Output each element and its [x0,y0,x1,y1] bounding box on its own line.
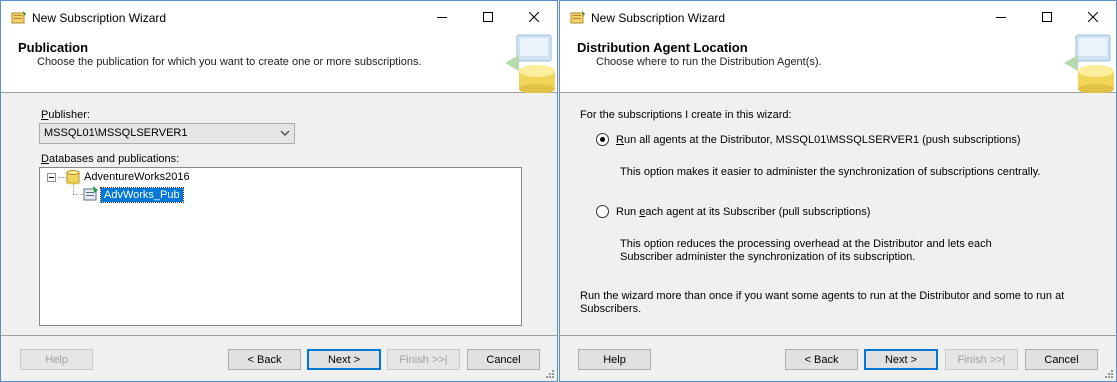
finish-button-label: Finish >>| [957,353,1006,366]
publisher-select[interactable]: MSSQL01\MSSQLSERVER1 [39,123,295,144]
page-title: Distribution Agent Location [577,40,748,55]
publication-icon [83,186,98,201]
wizard-app-icon [11,11,26,24]
help-button[interactable]: Help [20,349,93,370]
wizard-footer: Help < Back Next > Finish >>| Cancel [1,335,557,381]
page-subtitle: Choose the publication for which you wan… [37,56,422,68]
pull-description-line2: Subscriber administer the synchronizatio… [620,251,916,263]
publication-wizard-window: New Subscription Wizard Publication Choo… [0,0,558,382]
back-button-label: < Back [804,353,839,366]
finish-button-label: Finish >>| [399,353,448,366]
back-button[interactable]: < Back [785,349,858,370]
next-button[interactable]: Next > [307,349,381,370]
window-title: New Subscription Wizard [591,11,726,25]
next-button-label: Next > [327,353,361,366]
maximize-icon [483,12,493,22]
tree-connector [58,177,66,178]
maximize-button[interactable] [1024,1,1070,33]
title-bar[interactable]: New Subscription Wizard [560,1,1116,33]
push-subscriptions-label[interactable]: Run all agents at the Distributor, MSSQL… [616,134,1021,146]
help-button[interactable]: Help [578,349,651,370]
publisher-value: MSSQL01\MSSQLSERVER1 [44,127,188,139]
finish-button[interactable]: Finish >>| [945,349,1018,370]
minimize-icon [437,17,447,18]
databases-publications-tree[interactable]: AdventureWorks2016 AdvWorks_Pub [39,167,522,326]
minimize-button[interactable] [419,1,465,33]
maximize-button[interactable] [465,1,511,33]
back-button-label: < Back [247,353,282,366]
minimize-button[interactable] [978,1,1024,33]
tree-item-publication[interactable]: AdvWorks_Pub [100,187,184,203]
publisher-label: Publisher: [41,109,90,121]
database-icon [66,170,80,185]
note-line2: Subscribers. [580,303,642,315]
cancel-button[interactable]: Cancel [467,349,540,370]
tree-connector [73,185,74,194]
page-title: Publication [18,40,89,55]
chevron-down-icon [280,130,290,136]
note-line1: Run the wizard more than once if you wan… [580,290,1065,302]
minimize-icon [996,17,1006,18]
maximize-icon [1042,12,1052,22]
cancel-button-label: Cancel [1044,353,1079,366]
page-subtitle: Choose where to run the Distribution Age… [596,56,822,68]
next-button-label: Next > [884,353,918,366]
cancel-button[interactable]: Cancel [1025,349,1098,370]
push-description: This option makes it easier to administe… [620,166,1041,178]
finish-button[interactable]: Finish >>| [387,349,460,370]
tree-connector [73,194,83,195]
wizard-header: Distribution Agent Location Choose where… [560,33,1116,93]
close-button[interactable] [511,1,557,33]
push-subscriptions-radio[interactable] [596,133,609,146]
next-button[interactable]: Next > [864,349,938,370]
tree-item-database[interactable]: AdventureWorks2016 [84,171,190,183]
wizard-footer: Help < Back Next > Finish >>| Cancel [560,335,1116,381]
cancel-button-label: Cancel [486,353,521,366]
pull-description-line1: This option reduces the processing overh… [620,238,992,250]
help-button-label: Help [45,353,68,366]
wizard-header: Publication Choose the publication for w… [1,33,557,93]
tree-label: Databases and publications: [41,153,180,165]
title-bar[interactable]: New Subscription Wizard [1,1,557,33]
help-button-label: Help [603,353,626,366]
resize-grip-icon[interactable] [1104,369,1114,379]
header-database-graphic [1064,34,1114,93]
distribution-agent-wizard-window: New Subscription Wizard Distribution Age… [559,0,1117,382]
wizard-app-icon [570,11,585,24]
intro-text: For the subscriptions I create in this w… [580,109,792,121]
back-button[interactable]: < Back [228,349,301,370]
close-button[interactable] [1070,1,1116,33]
collapse-toggle[interactable] [47,173,56,182]
close-icon [529,12,539,22]
header-database-graphic [505,34,555,93]
pull-subscriptions-label[interactable]: Run each agent at its Subscriber (pull s… [616,206,870,218]
pull-subscriptions-radio[interactable] [596,205,609,218]
close-icon [1088,12,1098,22]
window-title: New Subscription Wizard [32,11,167,25]
resize-grip-icon[interactable] [545,369,555,379]
